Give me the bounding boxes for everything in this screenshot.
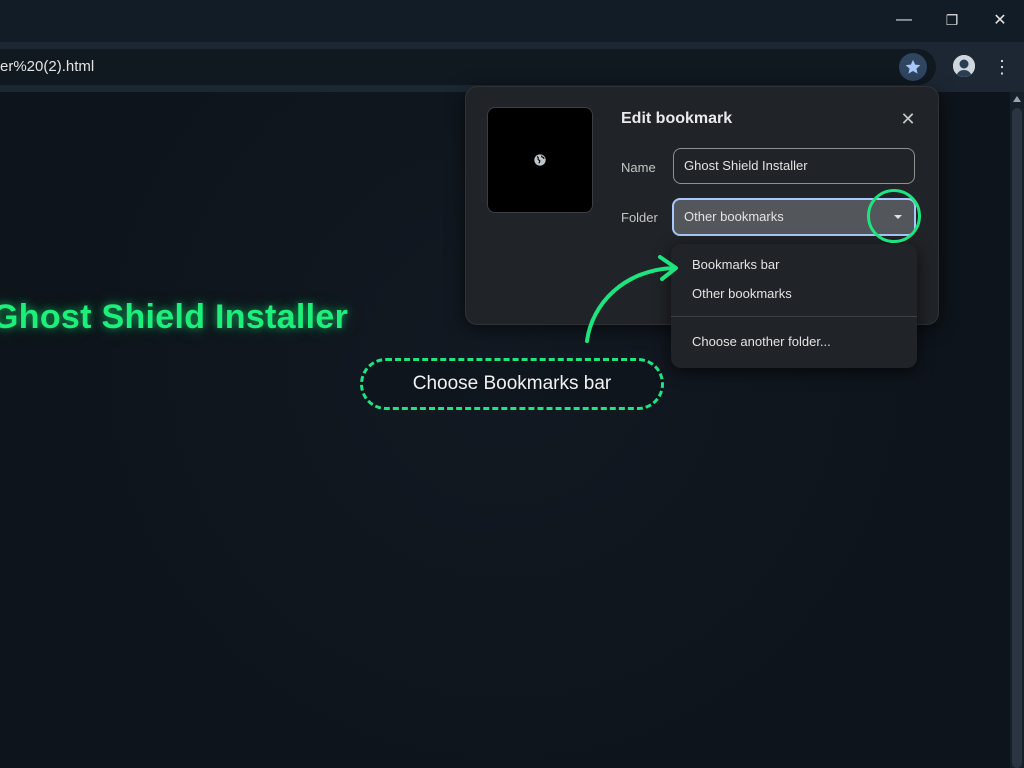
avatar-icon	[953, 55, 975, 77]
browser-menu-button[interactable]: ⋮	[990, 54, 1014, 80]
folder-label: Folder	[621, 210, 658, 225]
name-label: Name	[621, 160, 656, 175]
address-bar[interactable]: er%20(2).html	[0, 49, 936, 85]
scrollbar-thumb[interactable]	[1012, 108, 1022, 768]
dialog-title: Edit bookmark	[621, 110, 733, 127]
close-icon: ✕	[900, 108, 916, 129]
restore-button[interactable]: ❐	[928, 0, 976, 40]
browser-toolbar: er%20(2).html	[0, 42, 1024, 92]
more-vert-icon: ⋮	[993, 56, 1011, 77]
star-icon	[905, 59, 921, 74]
bookmark-name-input[interactable]: Ghost Shield Installer	[673, 148, 915, 184]
page-heading: Ghost Shield Installer	[0, 298, 349, 336]
minimize-icon: —	[896, 11, 912, 28]
title-bar: — ❐ ✕	[0, 0, 1024, 42]
curved-arrow-icon	[585, 255, 678, 343]
profile-avatar[interactable]	[953, 55, 975, 77]
address-bar-url[interactable]: er%20(2).html	[0, 58, 94, 75]
bookmark-star-button[interactable]	[899, 53, 927, 81]
dialog-close-button[interactable]: ✕	[896, 107, 920, 131]
menu-divider	[671, 316, 917, 317]
choose-another-folder-option[interactable]: Choose another folder...	[692, 334, 831, 349]
minimize-button[interactable]: —	[880, 0, 928, 40]
globe-icon	[534, 154, 546, 166]
window-close-button[interactable]: ✕	[976, 0, 1024, 40]
folder-option-other-bookmarks[interactable]: Other bookmarks	[692, 286, 792, 301]
scroll-up-arrow-icon[interactable]	[1013, 96, 1021, 102]
instruction-callout: Choose Bookmarks bar	[360, 358, 664, 410]
highlight-circle	[867, 189, 921, 243]
restore-icon: ❐	[945, 11, 959, 28]
close-icon: ✕	[993, 12, 1007, 29]
folder-dropdown-menu: Bookmarks bar Other bookmarks Choose ano…	[671, 244, 917, 368]
folder-option-bookmarks-bar[interactable]: Bookmarks bar	[692, 257, 779, 272]
instruction-text: Choose Bookmarks bar	[412, 373, 612, 394]
bookmark-preview	[487, 107, 593, 213]
